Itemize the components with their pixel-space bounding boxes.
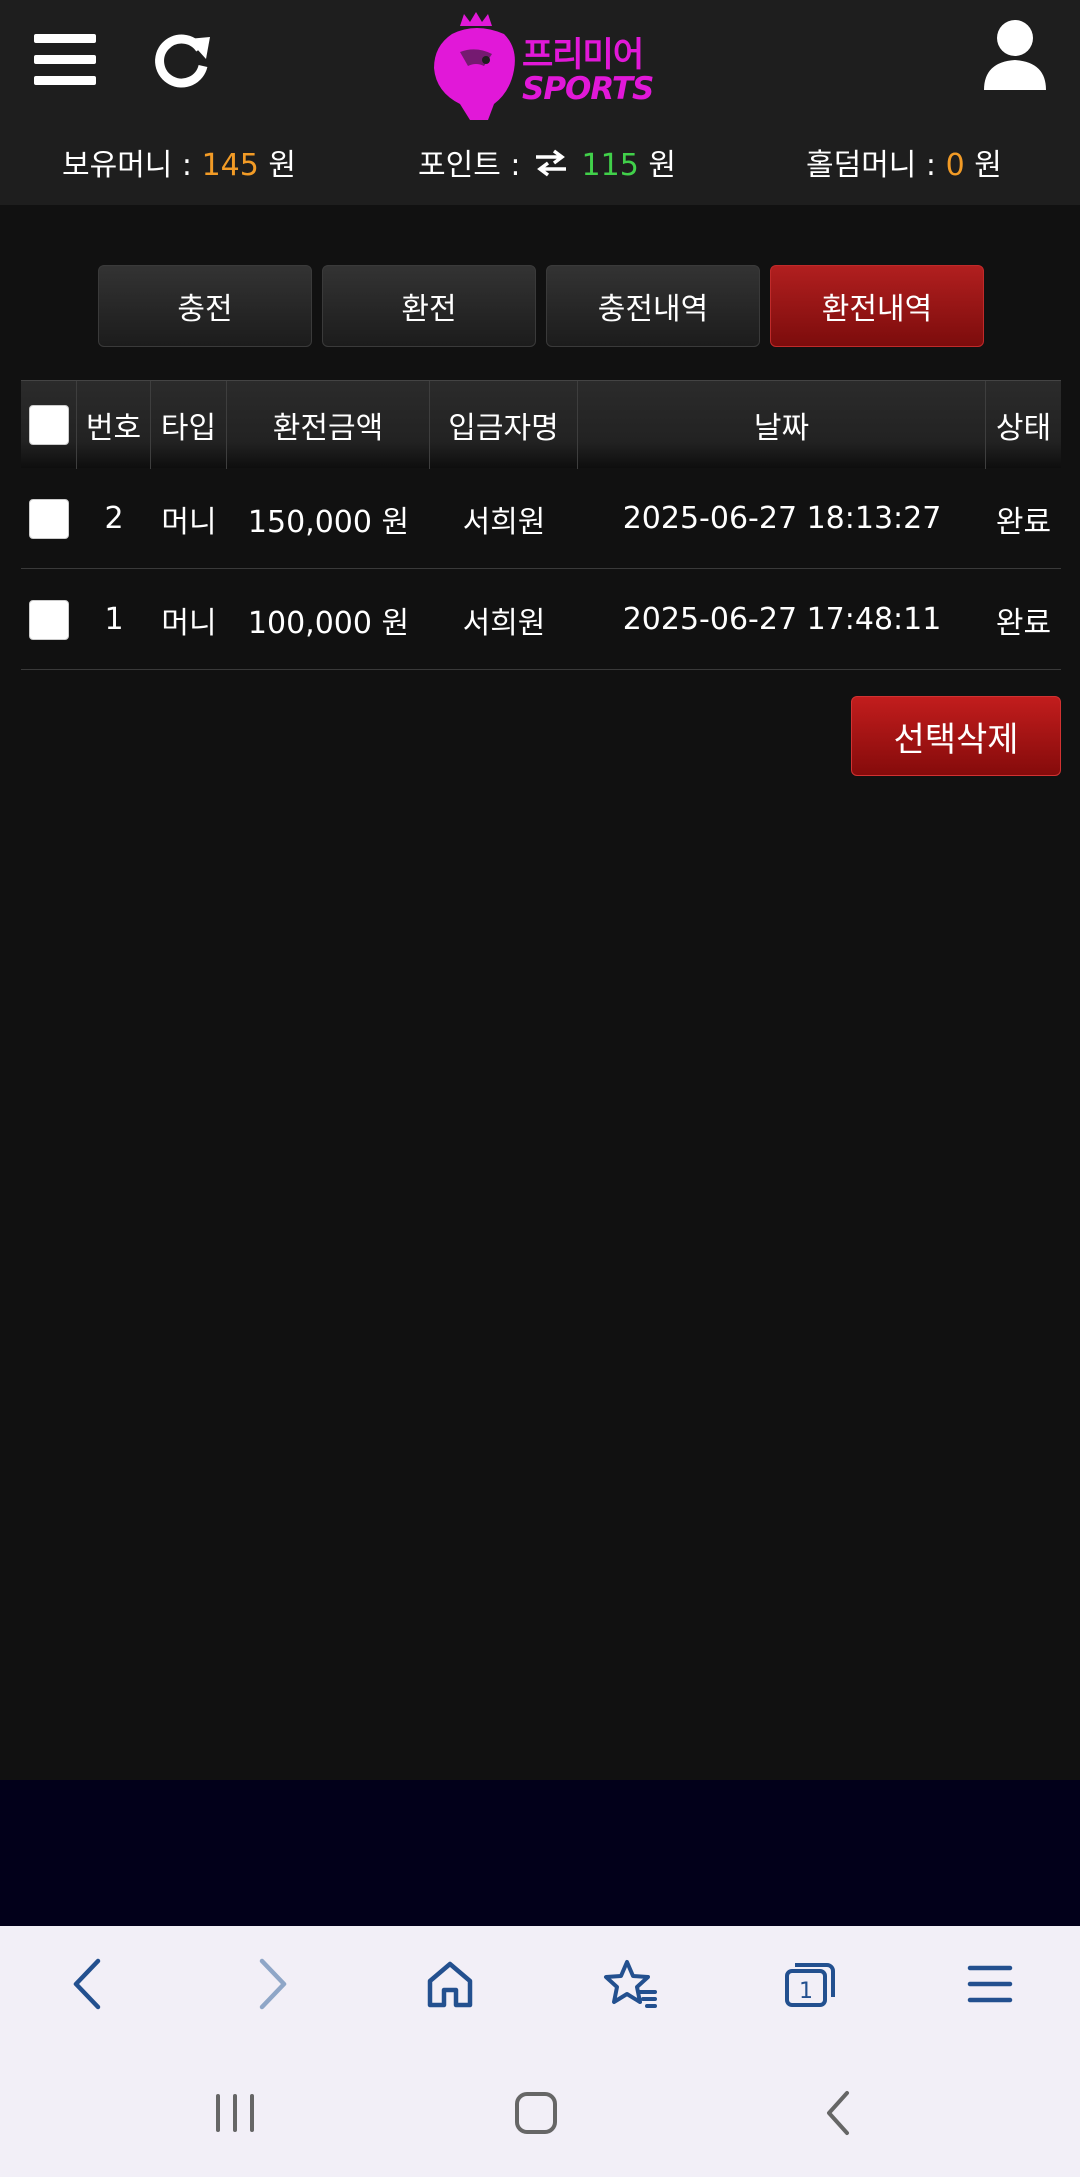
- col-type: 타입: [151, 381, 227, 469]
- back-icon[interactable]: [58, 1954, 118, 2014]
- exchange-tabs: 충전 환전 충전내역 환전내역: [98, 265, 984, 347]
- table-row: 1 머니 100,000 원 서희원 2025-06-27 17:48:11 완…: [21, 569, 1061, 670]
- money-label: 보유머니 :: [62, 148, 193, 183]
- tab-count: 1: [799, 1979, 813, 2004]
- balance-bar: 보유머니 : 145 원 포인트 : 115 원 홀덤머니 : 0 원: [0, 140, 1080, 190]
- select-all-checkbox[interactable]: [28, 405, 69, 445]
- menu-icon[interactable]: [34, 30, 96, 88]
- cell-type: 머니: [161, 605, 217, 641]
- cell-type: 머니: [161, 504, 217, 540]
- col-date: 날짜: [578, 381, 986, 469]
- logo-text: 프리미어 SPORTS: [522, 35, 654, 107]
- holdem-balance: 홀덤머니 : 0 원: [806, 140, 1002, 184]
- tab-deposit-history[interactable]: 충전내역: [546, 265, 760, 347]
- cell-depositor: 서희원: [462, 504, 546, 540]
- money-unit: 원: [268, 148, 297, 183]
- point-unit: 원: [648, 148, 676, 183]
- select-all-cell: [21, 381, 77, 469]
- lion-crest-icon: [434, 12, 515, 120]
- col-depositor: 입금자명: [430, 381, 578, 469]
- system-back-icon[interactable]: [808, 2085, 868, 2141]
- browser-toolbar: 1: [0, 1926, 1080, 2050]
- site-logo[interactable]: 프리미어 SPORTS: [430, 12, 654, 122]
- tabs-icon[interactable]: 1: [780, 1954, 840, 2014]
- cell-number: 2: [104, 501, 124, 536]
- cell-date: 2025-06-27 18:13:27: [622, 501, 942, 536]
- money-balance: 보유머니 : 145 원: [62, 140, 296, 184]
- col-number: 번호: [77, 381, 151, 469]
- cell-depositor: 서희원: [462, 605, 546, 641]
- home-button-icon[interactable]: [506, 2085, 566, 2141]
- row-checkbox[interactable]: [29, 498, 69, 539]
- logo-line2: SPORTS: [522, 71, 654, 107]
- cell-amount: 150,000 원: [247, 504, 410, 540]
- row-select-cell: [21, 468, 77, 569]
- forward-icon[interactable]: [242, 1954, 302, 2014]
- table-header: 번호 타입 환전금액 입금자명 날짜 상태: [21, 380, 1061, 469]
- browser-menu-icon[interactable]: [960, 1954, 1020, 2014]
- bookmarks-icon[interactable]: [600, 1954, 660, 2014]
- money-value: 145: [201, 148, 259, 183]
- bottom-banner-area: [0, 1780, 1080, 1926]
- point-label: 포인트 :: [418, 148, 521, 183]
- cell-amount: 100,000 원: [247, 605, 410, 641]
- cell-status: 완료: [995, 605, 1052, 641]
- exchange-arrows-icon[interactable]: [534, 149, 568, 185]
- cell-status: 완료: [995, 504, 1052, 540]
- refresh-icon[interactable]: [154, 31, 212, 89]
- holdem-label: 홀덤머니 :: [806, 148, 937, 183]
- col-status: 상태: [995, 411, 1052, 446]
- table-row: 2 머니 150,000 원 서희원 2025-06-27 18:13:27 완…: [21, 468, 1061, 569]
- holdem-value: 0: [945, 148, 965, 183]
- row-select-cell: [21, 569, 77, 670]
- home-icon[interactable]: [420, 1954, 480, 2014]
- logo-line1: 프리미어: [522, 35, 644, 75]
- top-header: 프리미어 SPORTS 보유머니 : 145 원 포인트 : 115 원 홀덤머…: [0, 0, 1080, 205]
- tab-withdraw-history[interactable]: 환전내역: [770, 265, 984, 347]
- cell-number: 1: [104, 602, 124, 637]
- tab-deposit[interactable]: 충전: [98, 265, 312, 347]
- user-icon[interactable]: [982, 18, 1048, 90]
- col-amount: 환전금액: [227, 381, 430, 469]
- tab-withdraw[interactable]: 환전: [322, 265, 536, 347]
- row-checkbox[interactable]: [29, 599, 69, 640]
- withdraw-history-table: 번호 타입 환전금액 입금자명 날짜 상태 2 머니 150,000 원 서희원…: [21, 380, 1061, 670]
- point-balance: 포인트 : 115 원: [418, 140, 676, 185]
- delete-selected-button[interactable]: 선택삭제: [851, 696, 1061, 776]
- recent-apps-icon[interactable]: [205, 2085, 265, 2141]
- point-value: 115: [581, 148, 639, 183]
- cell-date: 2025-06-27 17:48:11: [622, 602, 942, 637]
- system-navigation-bar: [0, 2050, 1080, 2177]
- holdem-unit: 원: [974, 148, 1002, 183]
